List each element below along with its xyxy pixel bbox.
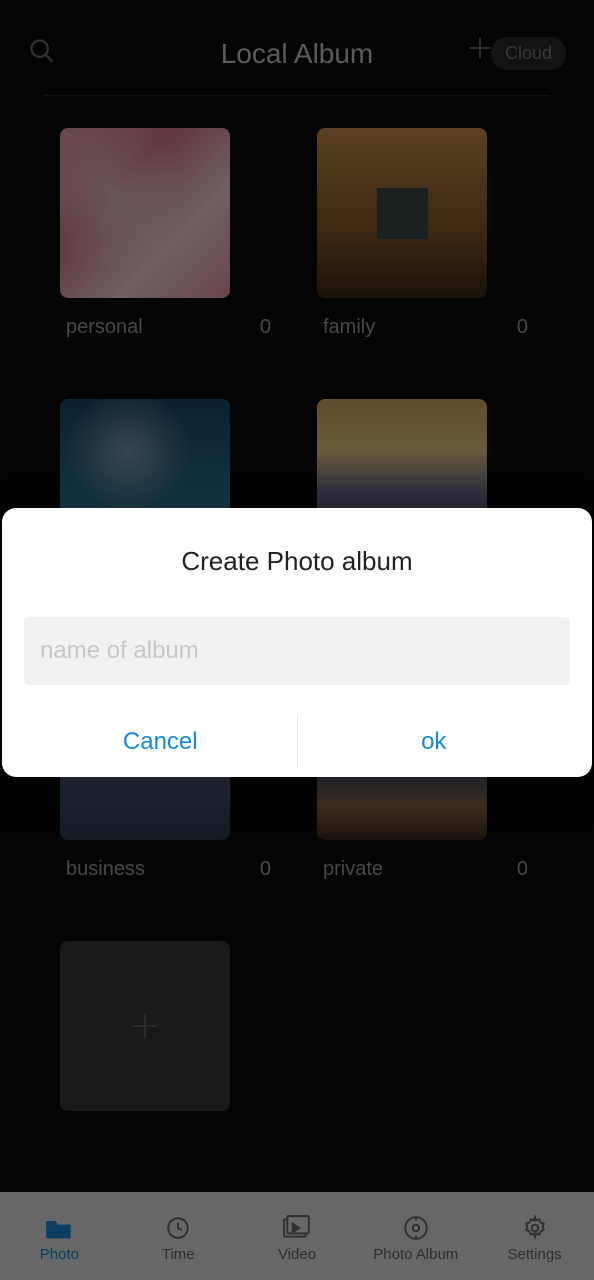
cancel-button[interactable]: Cancel	[24, 707, 297, 777]
create-album-dialog: Create Photo album Cancel ok	[2, 508, 592, 777]
dialog-title: Create Photo album	[24, 546, 570, 577]
dialog-actions: Cancel ok	[24, 707, 570, 777]
album-name-input[interactable]	[24, 617, 570, 685]
ok-button[interactable]: ok	[298, 707, 571, 777]
